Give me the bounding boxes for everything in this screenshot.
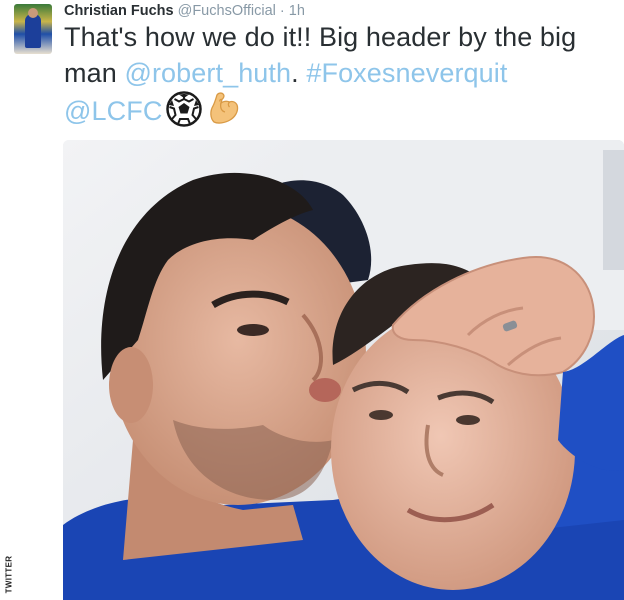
soccer-ball-icon bbox=[166, 91, 203, 137]
avatar[interactable] bbox=[14, 4, 52, 54]
tweet-header: Christian Fuchs @FuchsOfficial · 1h bbox=[64, 2, 305, 20]
tweet-photo[interactable] bbox=[63, 140, 624, 600]
credit-text: TWITTER bbox=[4, 555, 14, 594]
display-name[interactable]: Christian Fuchs bbox=[64, 3, 174, 19]
user-handle[interactable]: @FuchsOfficial bbox=[178, 3, 276, 19]
mention-robert-huth[interactable]: @robert_huth bbox=[124, 58, 291, 88]
avatar-figure bbox=[25, 14, 41, 48]
hashtag-foxesneverquit[interactable]: #Foxesneverquit bbox=[306, 58, 507, 88]
tweet-text: That's how we do it!! Big header by the … bbox=[64, 20, 620, 137]
timestamp[interactable]: 1h bbox=[289, 3, 305, 19]
mention-lcfc[interactable]: @LCFC bbox=[64, 96, 162, 126]
flexed-biceps-icon bbox=[206, 91, 242, 137]
photo-credit: TWITTER bbox=[2, 555, 14, 597]
tweet-text-part2: . bbox=[291, 57, 307, 88]
avatar-head bbox=[28, 8, 38, 18]
separator-dot: · bbox=[279, 3, 285, 19]
